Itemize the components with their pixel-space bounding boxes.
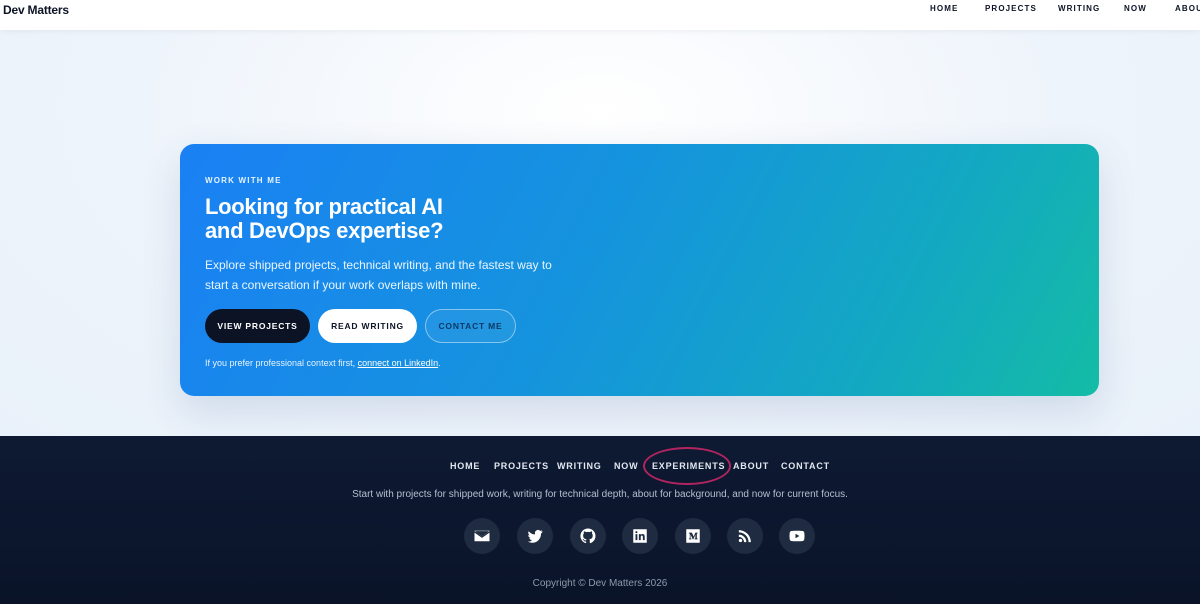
social-github[interactable] [570,518,606,554]
linkedin-note: If you prefer professional context first… [205,358,441,368]
twitter-icon [527,529,543,543]
footer-nav-projects[interactable]: PROJECTS [494,461,549,471]
footer-nav-home[interactable]: HOME [450,461,480,471]
social-rss[interactable] [727,518,763,554]
linkedin-note-suffix: . [438,358,441,368]
top-nav-about[interactable]: ABOUT [1175,4,1200,13]
work-with-me-card: WORK WITH ME Looking for practical AI an… [180,144,1099,396]
medium-icon [686,529,700,543]
experiments-highlight-ring [643,447,731,485]
cta-description-line-1: Explore shipped projects, technical writ… [205,258,552,272]
contact-me-button[interactable]: CONTACT ME [425,309,516,343]
cta-title: Looking for practical AI and DevOps expe… [205,195,525,243]
linkedin-icon [633,529,647,543]
footer-nav-about[interactable]: ABOUT [733,461,769,471]
social-mail[interactable] [464,518,500,554]
site-footer: HOME PROJECTS WRITING NOW EXPERIMENTS AB… [0,436,1200,604]
cta-description-line-2: start a conversation if your work overla… [205,278,481,292]
youtube-icon [789,530,805,542]
top-nav-now[interactable]: NOW [1124,4,1147,13]
cta-title-line-2: and DevOps expertise? [205,218,444,243]
linkedin-note-prefix: If you prefer professional context first… [205,358,358,368]
mail-icon [474,530,490,542]
github-icon [580,528,596,544]
cta-description: Explore shipped projects, technical writ… [205,255,585,295]
hero-region: WORK WITH ME Looking for practical AI an… [0,30,1200,436]
top-nav: HOME PROJECTS WRITING NOW ABOUT [0,4,1200,16]
top-nav-home[interactable]: HOME [930,4,958,13]
social-medium[interactable] [675,518,711,554]
social-twitter[interactable] [517,518,553,554]
read-writing-button[interactable]: READ WRITING [318,309,417,343]
cta-eyebrow: WORK WITH ME [205,176,282,185]
social-links [0,518,1200,554]
view-projects-button[interactable]: VIEW PROJECTS [205,309,310,343]
top-nav-writing[interactable]: WRITING [1058,4,1100,13]
footer-nav-contact[interactable]: CONTACT [781,461,830,471]
footer-nav: HOME PROJECTS WRITING NOW EXPERIMENTS AB… [0,461,1200,473]
top-nav-projects[interactable]: PROJECTS [985,4,1037,13]
top-header: Dev Matters HOME PROJECTS WRITING NOW AB… [0,0,1200,30]
linkedin-link[interactable]: connect on LinkedIn [358,358,439,368]
footer-tagline: Start with projects for shipped work, wr… [352,489,848,500]
copyright-text: Copyright © Dev Matters 2026 [532,578,668,589]
rss-icon [738,530,751,543]
cta-title-line-1: Looking for practical AI [205,194,443,219]
social-youtube[interactable] [779,518,815,554]
footer-nav-writing[interactable]: WRITING [557,461,602,471]
footer-nav-now[interactable]: NOW [614,461,638,471]
social-linkedin[interactable] [622,518,658,554]
